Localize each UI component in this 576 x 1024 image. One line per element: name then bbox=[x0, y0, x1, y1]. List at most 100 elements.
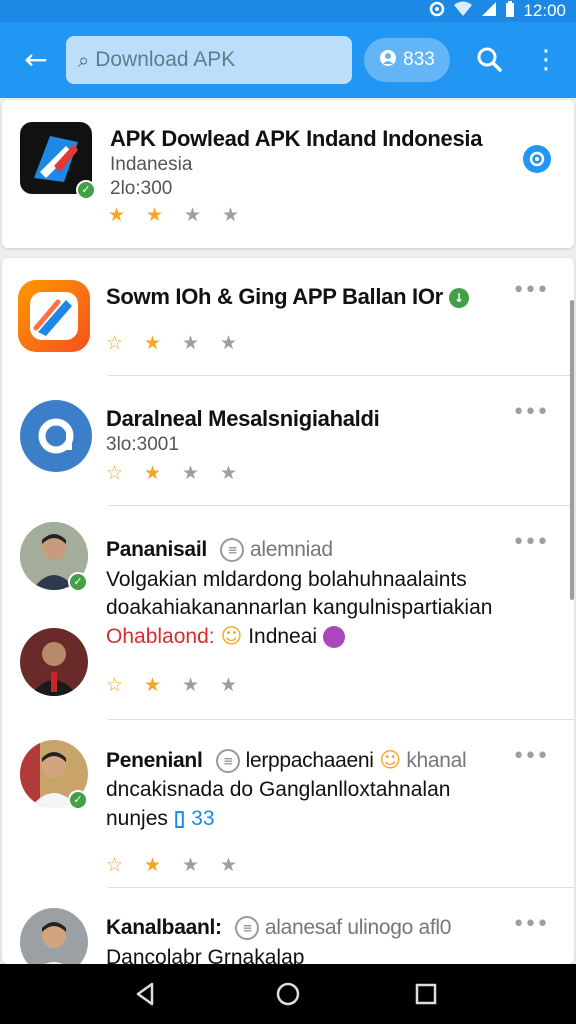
review-line-2-text: nunjes bbox=[106, 807, 168, 830]
app-icon bbox=[20, 400, 92, 472]
verified-icon: ✓ bbox=[68, 790, 88, 810]
review-line-1: dncakisnada do Ganglanlloxtahnalan bbox=[106, 778, 451, 801]
star-empty-icon: ★ bbox=[220, 854, 238, 876]
review-tag-count: 33 bbox=[191, 807, 215, 830]
list-item[interactable]: Daralneal Mesalsnigiahaldi 3lo:3001 ••• … bbox=[2, 376, 574, 506]
list-item[interactable]: ✓ Penenianl ≡ lerppachaaeni ☺ khanal •••… bbox=[2, 720, 574, 888]
reviewer-name: Pananisail bbox=[106, 538, 207, 561]
star-filled-icon: ★ bbox=[144, 462, 162, 484]
reviewer-name: Penenianl bbox=[106, 749, 203, 772]
verified-icon: ✓ bbox=[68, 572, 88, 592]
app-subtitle: Indanesia bbox=[110, 154, 193, 175]
star-filled-icon: ★ bbox=[108, 204, 126, 226]
chat-icon: ≡ bbox=[235, 916, 260, 941]
app-title: APK Dowlead APK Indand Indonesia bbox=[110, 126, 483, 151]
search-field-icon: ⌕ bbox=[78, 48, 90, 72]
star-empty-icon: ★ bbox=[220, 674, 238, 696]
app-title: Sowm IOh & Ging APP Ballan IOr ↓ bbox=[106, 284, 469, 310]
star-filled-icon: ★ bbox=[144, 332, 162, 354]
review-header: Pananisail ≡ alemniad bbox=[106, 538, 333, 563]
chip-label: 833 bbox=[403, 49, 435, 70]
more-options-icon[interactable]: ••• bbox=[512, 278, 549, 303]
back-arrow-icon[interactable]: ← bbox=[16, 40, 56, 80]
star-filled-icon: ★ bbox=[144, 854, 162, 876]
system-nav-bar bbox=[0, 964, 576, 1024]
rating-stars: ☆ ★ ★ ★ bbox=[106, 674, 258, 696]
review-location: Indneai bbox=[248, 625, 318, 648]
star-empty-icon: ★ bbox=[182, 854, 200, 876]
reviewer-handle: alanesaf ulinogo afl0 bbox=[264, 916, 452, 939]
review-header: Kanalbaanl: ≡ alanesaf ulinogo afl0 bbox=[106, 916, 452, 941]
app-icon bbox=[18, 280, 90, 352]
smiley-icon: ☺ bbox=[379, 748, 401, 772]
list-item[interactable]: ✓ Pananisail ≡ alemniad ••• Volgakian ml… bbox=[2, 506, 574, 720]
rating-stars: ★ ★ ★ ★ bbox=[108, 204, 260, 226]
location-icon bbox=[429, 1, 445, 22]
star-filled-icon: ★ bbox=[146, 204, 164, 226]
user-icon bbox=[379, 49, 397, 72]
star-half-icon: ☆ bbox=[106, 854, 124, 876]
more-options-icon[interactable]: ••• bbox=[512, 912, 549, 937]
review-header: Penenianl ≡ lerppachaaeni ☺ khanal bbox=[106, 748, 467, 774]
review-line-3: Ohablaond: ☺ Indneai bbox=[106, 624, 345, 649]
status-bar: 12:00 bbox=[0, 0, 576, 22]
star-empty-icon: ★ bbox=[182, 462, 200, 484]
chat-icon: ≡ bbox=[216, 749, 241, 774]
more-options-icon[interactable]: ••• bbox=[512, 400, 549, 425]
emoji-icon bbox=[322, 626, 345, 649]
chat-icon: ≡ bbox=[220, 538, 245, 563]
more-options-icon[interactable]: ••• bbox=[512, 530, 549, 555]
review-line-1: Volgakian mldardong bolahuhnaalaints bbox=[106, 568, 467, 591]
tag-icon: ▯ bbox=[173, 807, 186, 830]
reviewer-handle-tail: khanal bbox=[406, 749, 467, 772]
verified-badge-icon[interactable] bbox=[522, 144, 552, 174]
review-line-2: doakahiakanannarlan kangulnispartiakian bbox=[106, 596, 493, 619]
smiley-icon: ☺ bbox=[220, 624, 243, 648]
rating-stars: ☆ ★ ★ ★ bbox=[106, 462, 258, 484]
nav-home-icon[interactable] bbox=[272, 978, 304, 1010]
nav-back-icon[interactable] bbox=[130, 978, 162, 1010]
nav-recents-icon[interactable] bbox=[410, 978, 442, 1010]
app-bar: ← ⌕ 833 ⋮ bbox=[0, 22, 576, 98]
star-filled-icon: ★ bbox=[144, 674, 162, 696]
app-title: Daralneal Mesalsnigiahaldi bbox=[106, 406, 380, 431]
app-title-text: Sowm IOh & Ging APP Ballan IOr bbox=[106, 284, 443, 309]
star-half-icon: ☆ bbox=[106, 332, 124, 354]
star-empty-icon: ★ bbox=[220, 332, 238, 354]
app-subtitle: 3lo:3001 bbox=[106, 434, 179, 455]
avatar bbox=[20, 908, 88, 964]
wifi-icon bbox=[453, 1, 473, 22]
star-half-icon: ☆ bbox=[106, 674, 124, 696]
reviewer-handle: lerppachaaeni bbox=[245, 749, 374, 772]
signal-icon bbox=[481, 1, 497, 22]
star-empty-icon: ★ bbox=[222, 204, 240, 226]
star-empty-icon: ★ bbox=[220, 462, 238, 484]
reviewer-handle: alemniad bbox=[249, 538, 333, 561]
battery-icon bbox=[505, 0, 515, 22]
reviewer-name: Kanalbaanl: bbox=[106, 916, 222, 939]
star-empty-icon: ★ bbox=[182, 332, 200, 354]
star-empty-icon: ★ bbox=[184, 204, 202, 226]
review-tag: Ohablaond: bbox=[106, 625, 215, 648]
search-box[interactable]: ⌕ bbox=[66, 36, 352, 84]
list-item[interactable]: Sowm IOh & Ging APP Ballan IOr ↓ ••• ☆ ★ ★… bbox=[2, 258, 574, 376]
star-empty-icon: ★ bbox=[182, 674, 200, 696]
user-count-chip[interactable]: 833 bbox=[364, 38, 450, 82]
list-item[interactable]: Kanalbaanl: ≡ alanesaf ulinogo afl0 ••• … bbox=[2, 888, 574, 964]
scrollbar[interactable] bbox=[570, 300, 574, 600]
status-icons: 12:00 bbox=[429, 0, 566, 22]
review-line-1: Dancolabr Grnakalap bbox=[106, 946, 305, 964]
avatar bbox=[20, 628, 88, 696]
results-list: Sowm IOh & Ging APP Ballan IOr ↓ ••• ☆ ★ ★… bbox=[2, 258, 574, 964]
verified-icon: ✓ bbox=[76, 180, 96, 200]
star-half-icon: ☆ bbox=[106, 462, 124, 484]
more-vert-icon[interactable]: ⋮ bbox=[528, 40, 564, 80]
verified-icon: ↓ bbox=[448, 288, 469, 309]
review-line-2: nunjes ▯ 33 bbox=[106, 806, 215, 831]
search-input[interactable] bbox=[95, 48, 326, 72]
featured-app-card[interactable]: ✓ APK Dowlead APK Indand Indonesia Indan… bbox=[2, 100, 574, 248]
clock: 12:00 bbox=[523, 1, 566, 20]
search-icon[interactable] bbox=[470, 40, 510, 80]
more-options-icon[interactable]: ••• bbox=[512, 744, 549, 769]
rating-stars: ☆ ★ ★ ★ bbox=[106, 332, 258, 354]
